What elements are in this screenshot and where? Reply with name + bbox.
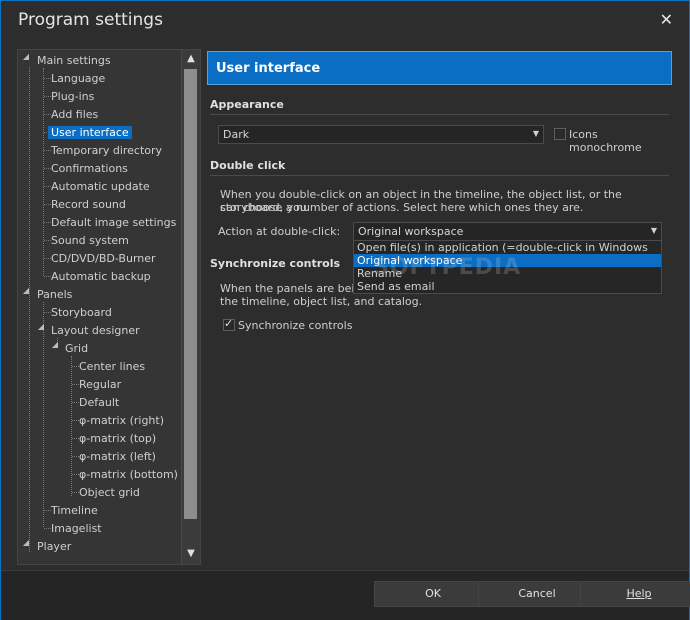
tree-item-panels[interactable]: Panels [34,286,75,303]
tree-item-grid[interactable]: Grid [62,340,91,357]
icons-monochrome-label: Icons monochrome [569,128,642,154]
settings-tree: ◢ Main settings Language Plug-ins Add fi… [18,50,181,564]
double-click-heading: Double click [210,159,286,172]
ok-button[interactable]: OK [374,581,492,607]
help-button[interactable]: Help [580,581,690,607]
synchronize-controls-label: Synchronize controls [238,319,353,332]
settings-content: User interface Appearance Dark ▼ Icons m… [207,51,672,561]
tree-item-main-settings[interactable]: Main settings [34,52,114,69]
tree-item-phi-matrix-bottom[interactable]: φ-matrix (bottom) [76,466,181,483]
cancel-button[interactable]: Cancel [478,581,596,607]
theme-select-value: Dark [223,128,250,141]
close-icon[interactable]: ✕ [660,10,673,29]
collapse-icon[interactable]: ◢ [22,52,30,61]
watermark: SOFTPEDIA [373,255,522,280]
collapse-icon[interactable]: ◢ [22,286,30,295]
settings-window: Program settings ✕ ◢ Main settings Langu… [0,0,690,620]
synchronize-controls-checkbox[interactable]: ✓ [223,317,235,331]
page-title: User interface [216,61,321,76]
collapse-icon[interactable]: ◢ [22,538,30,547]
scrollbar-thumb[interactable] [184,69,197,519]
tree-scrollbar[interactable]: ▲ ▼ [181,50,200,564]
tree-item-player[interactable]: Player [34,538,74,555]
tree-item-default-image-settings[interactable]: Default image settings [48,214,179,231]
settings-tree-panel: ◢ Main settings Language Plug-ins Add fi… [17,49,201,565]
dropdown-option[interactable]: Send as email [354,280,661,293]
tree-item-add-files[interactable]: Add files [48,106,101,123]
divider [210,175,669,176]
double-click-action-select[interactable]: Original workspace ▼ [353,222,662,241]
scroll-up-icon[interactable]: ▲ [182,50,200,68]
window-title: Program settings [18,10,163,30]
tree-item-user-interface[interactable]: User interface [48,124,132,141]
tree-item-storyboard[interactable]: Storyboard [48,304,115,321]
chevron-down-icon: ▼ [532,129,539,138]
title-bar: Program settings ✕ [1,1,689,39]
dialog-footer: OK Cancel Help [1,570,690,620]
tree-item-timeline[interactable]: Timeline [48,502,101,519]
appearance-heading: Appearance [210,98,284,111]
tree-item-imagelist[interactable]: Imagelist [48,520,105,537]
double-click-action-value: Original workspace [358,225,464,238]
tree-item-phi-matrix-left[interactable]: φ-matrix (left) [76,448,159,465]
tree-item-temporary-directory[interactable]: Temporary directory [48,142,165,159]
tree-item-plug-ins[interactable]: Plug-ins [48,88,97,105]
tree-item-confirmations[interactable]: Confirmations [48,160,131,177]
icons-monochrome-checkbox[interactable] [554,128,566,140]
tree-item-automatic-backup[interactable]: Automatic backup [48,268,154,285]
chevron-down-icon: ▼ [650,226,657,235]
collapse-icon[interactable]: ◢ [37,322,45,331]
tree-item-record-sound[interactable]: Record sound [48,196,129,213]
checkmark-icon: ✓ [224,317,234,330]
tree-item-default[interactable]: Default [76,394,122,411]
scroll-down-icon[interactable]: ▼ [182,545,200,563]
divider [210,114,669,115]
tree-item-phi-matrix-right[interactable]: φ-matrix (right) [76,412,167,429]
tree-item-layout-designer[interactable]: Layout designer [48,322,143,339]
tree-item-cd-dvd-bd-burner[interactable]: CD/DVD/BD-Burner [48,250,159,267]
theme-select[interactable]: Dark ▼ [218,125,544,144]
tree-item-center-lines[interactable]: Center lines [76,358,148,375]
section-header: User interface [207,51,672,85]
tree-item-automatic-update[interactable]: Automatic update [48,178,153,195]
synchronize-controls-heading: Synchronize controls [210,257,341,270]
tree-item-phi-matrix-top[interactable]: φ-matrix (top) [76,430,159,447]
double-click-description-2: can choose a number of actions. Select h… [220,201,584,214]
sync-description-2: the timeline, object list, and catalog. [220,295,423,308]
tree-item-language[interactable]: Language [48,70,108,87]
tree-item-object-grid[interactable]: Object grid [76,484,143,501]
action-at-double-click-label: Action at double-click: [218,225,341,238]
tree-item-sound-system[interactable]: Sound system [48,232,132,249]
tree-item-regular[interactable]: Regular [76,376,124,393]
collapse-icon[interactable]: ◢ [51,340,59,349]
dropdown-option[interactable]: Open file(s) in application (=double-cli… [354,241,661,267]
